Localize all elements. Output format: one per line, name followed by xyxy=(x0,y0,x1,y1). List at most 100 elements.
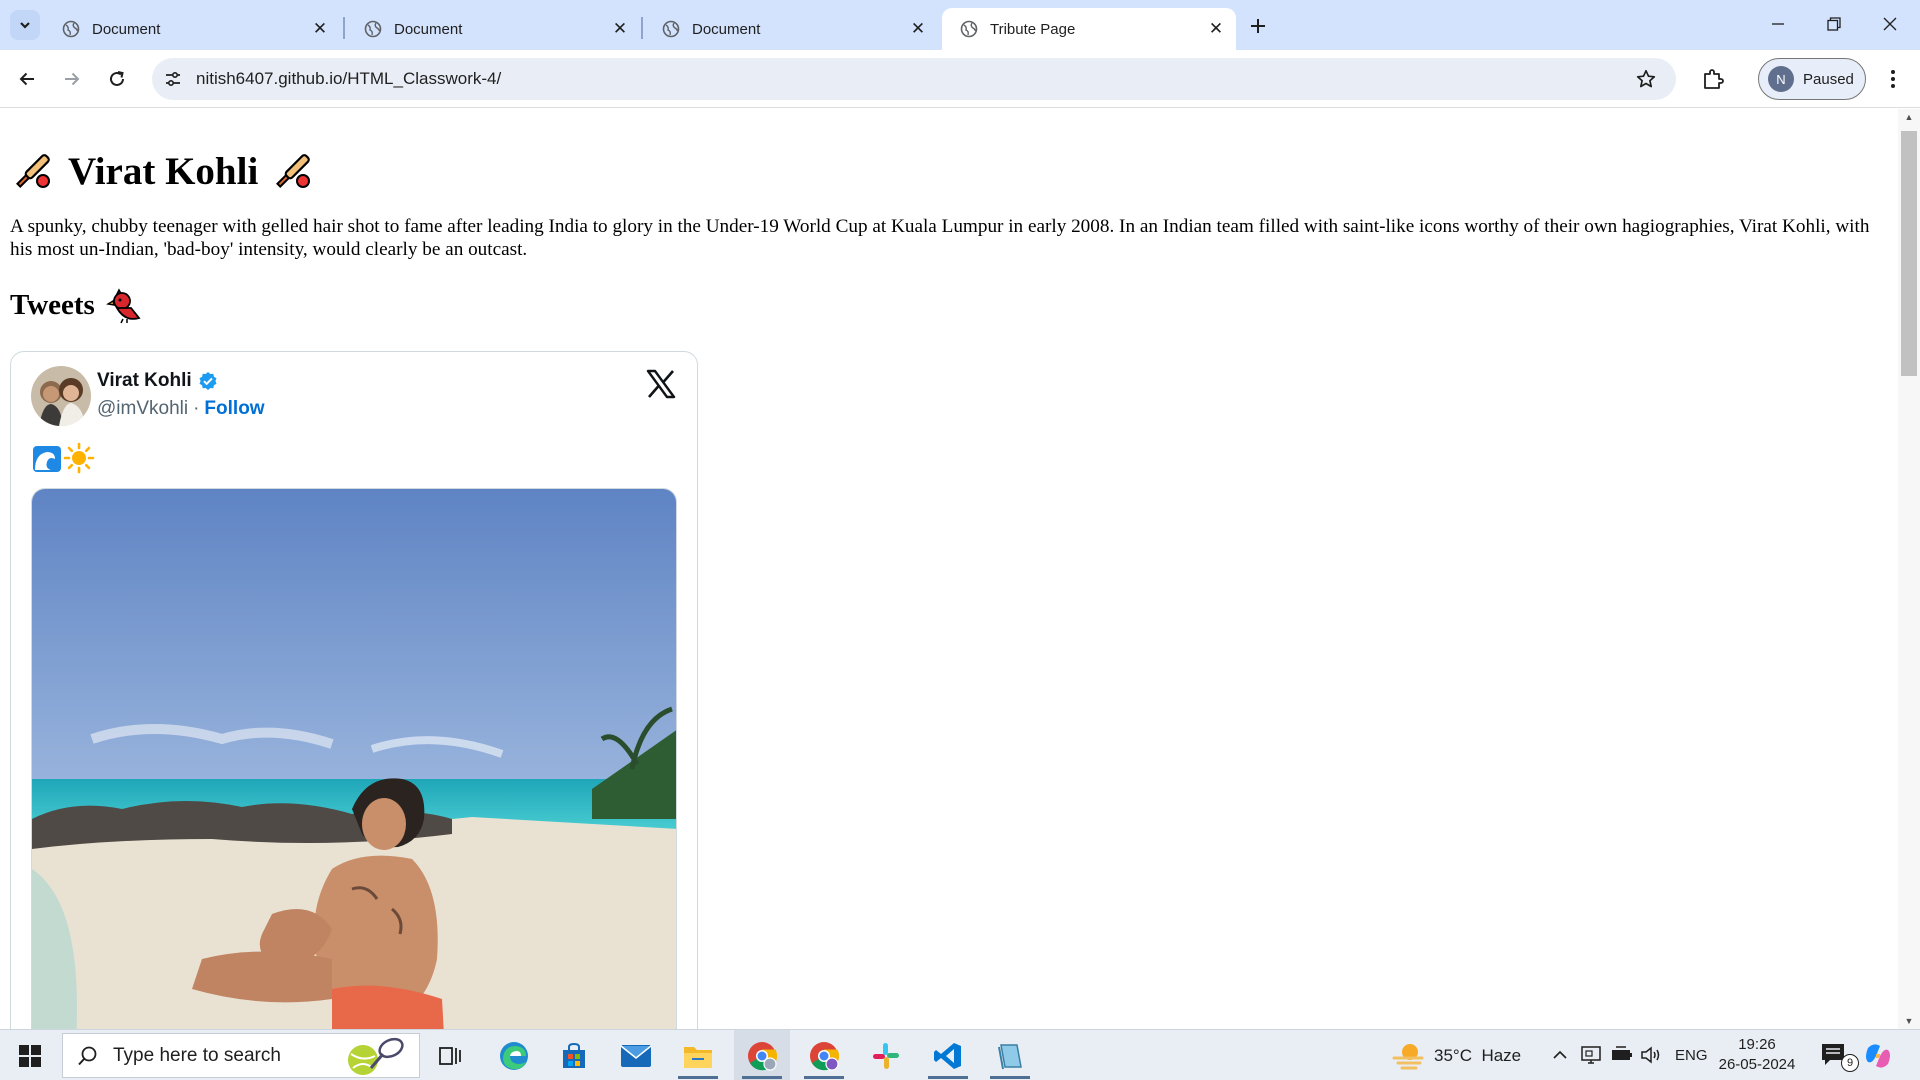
new-tab-button[interactable] xyxy=(1244,12,1272,40)
task-view-icon xyxy=(439,1046,461,1065)
close-tab-icon[interactable]: ✕ xyxy=(608,17,632,41)
tab-title: Document xyxy=(92,20,161,38)
verified-badge-icon xyxy=(199,372,217,390)
tweet-author-name-text: Virat Kohli xyxy=(97,370,192,391)
tab-title: Document xyxy=(692,20,761,38)
weather-widget[interactable]: 35°C Haze xyxy=(1434,1030,1521,1080)
chrome-icon xyxy=(748,1041,778,1071)
weather-temp: 35°C xyxy=(1434,1045,1472,1065)
cricket-bat-icon xyxy=(276,154,311,188)
tab-search-button[interactable] xyxy=(10,10,40,40)
browser-toolbar: nitish6407.github.io/HTML_Classwork-4/ N… xyxy=(0,50,1920,108)
tab-tribute-page[interactable]: Tribute Page ✕ xyxy=(942,8,1236,50)
page-viewport: Virat Kohli A spunky, chubby teenager wi… xyxy=(0,109,1898,1029)
tweet-author-avatar[interactable] xyxy=(31,366,91,426)
profile-status: Paused xyxy=(1803,70,1854,88)
tweet-handle-row: @imVkohli · Follow xyxy=(97,398,265,420)
plus-icon xyxy=(1251,19,1265,33)
edge-icon xyxy=(500,1041,528,1070)
globe-icon xyxy=(960,20,978,38)
page-title-text: Virat Kohli xyxy=(68,149,259,193)
weather-haze-icon xyxy=(1392,1044,1424,1070)
address-bar[interactable]: nitish6407.github.io/HTML_Classwork-4/ xyxy=(152,58,1676,100)
minimize-icon xyxy=(1772,23,1784,25)
forward-button[interactable] xyxy=(55,62,89,96)
back-button[interactable] xyxy=(10,62,44,96)
tab-divider xyxy=(343,17,345,39)
taskbar-search-box[interactable]: Type here to search xyxy=(62,1033,420,1078)
copilot-icon[interactable] xyxy=(1862,1040,1894,1072)
profile-button[interactable]: N Paused xyxy=(1758,58,1866,100)
taskbar-app-notes[interactable] xyxy=(982,1030,1038,1080)
embedded-tweet[interactable]: Virat Kohli @imVkohli · Follow xyxy=(10,351,698,1029)
tweet-author-name[interactable]: Virat Kohli xyxy=(97,370,218,392)
taskbar-chrome-1[interactable] xyxy=(734,1030,790,1080)
page-scrollbar[interactable]: ▲ ▼ xyxy=(1898,109,1920,1029)
cricket-bat-icon xyxy=(16,154,50,188)
tab-divider xyxy=(641,17,643,39)
tab-title: Tribute Page xyxy=(990,20,1076,38)
task-view-button[interactable] xyxy=(422,1030,478,1080)
globe-icon xyxy=(62,20,80,38)
bookmark-star-icon[interactable] xyxy=(1636,69,1656,89)
minimize-button[interactable] xyxy=(1750,0,1806,48)
taskbar-chrome-2[interactable] xyxy=(796,1030,852,1080)
avatar-photo xyxy=(31,366,91,426)
network-icon[interactable] xyxy=(1580,1044,1602,1066)
close-tab-icon[interactable]: ✕ xyxy=(1204,17,1228,41)
separator-dot: · xyxy=(193,398,200,419)
weather-condition: Haze xyxy=(1481,1045,1522,1065)
scrollbar-thumb[interactable] xyxy=(1901,131,1917,376)
tab-document-3[interactable]: Document ✕ xyxy=(644,8,938,50)
page-title: Virat Kohli xyxy=(10,143,316,199)
url-text: nitish6407.github.io/HTML_Classwork-4/ xyxy=(196,69,502,88)
tweets-heading: Tweets xyxy=(10,285,143,325)
scroll-up-arrow[interactable]: ▲ xyxy=(1898,109,1920,125)
menu-button[interactable] xyxy=(1876,62,1910,96)
close-tab-icon[interactable]: ✕ xyxy=(308,17,332,41)
tab-document-1[interactable]: Document ✕ xyxy=(44,8,340,50)
tweets-heading-text: Tweets xyxy=(10,288,95,321)
site-info-icon[interactable] xyxy=(164,70,182,88)
clock[interactable]: 19:26 26-05-2024 xyxy=(1700,1035,1814,1075)
close-tab-icon[interactable]: ✕ xyxy=(906,17,930,41)
sun-icon xyxy=(63,442,95,474)
tweet-body xyxy=(31,442,95,474)
extensions-button[interactable] xyxy=(1696,62,1730,96)
folder-icon xyxy=(684,1046,712,1068)
notes-app-icon xyxy=(998,1043,1022,1069)
taskbar-vscode[interactable] xyxy=(920,1030,976,1080)
search-placeholder: Type here to search xyxy=(113,1044,281,1066)
battery-icon[interactable] xyxy=(1610,1046,1634,1064)
restore-icon xyxy=(1827,17,1841,31)
bio-paragraph: A spunky, chubby teenager with gelled ha… xyxy=(10,216,1870,260)
slack-icon xyxy=(873,1042,899,1069)
tweet-photo[interactable] xyxy=(31,488,677,1029)
arrow-right-icon xyxy=(65,72,80,86)
taskbar-file-explorer[interactable] xyxy=(670,1030,726,1080)
globe-icon xyxy=(662,20,680,38)
chevron-down-icon xyxy=(20,22,30,29)
tab-strip: Document ✕ Document ✕ Document ✕ Tribute… xyxy=(0,0,1920,50)
reload-button[interactable] xyxy=(100,62,134,96)
volume-icon[interactable] xyxy=(1640,1045,1662,1065)
globe-icon xyxy=(364,20,382,38)
clock-date: 26-05-2024 xyxy=(1718,1056,1796,1073)
taskbar-mail[interactable] xyxy=(608,1030,664,1080)
taskbar-store[interactable] xyxy=(546,1030,602,1080)
tab-document-2[interactable]: Document ✕ xyxy=(346,8,640,50)
reload-icon xyxy=(110,71,124,86)
chevron-up-icon[interactable] xyxy=(1552,1048,1568,1062)
x-logo-icon[interactable] xyxy=(645,368,677,400)
scroll-down-arrow[interactable]: ▼ xyxy=(1898,1013,1920,1029)
close-icon xyxy=(1883,17,1897,31)
close-window-button[interactable] xyxy=(1862,0,1918,48)
taskbar-slack[interactable] xyxy=(858,1030,914,1080)
start-button[interactable] xyxy=(0,1030,60,1080)
restore-button[interactable] xyxy=(1806,0,1862,48)
follow-link[interactable]: Follow xyxy=(204,398,264,419)
vscode-icon xyxy=(934,1042,961,1069)
taskbar-edge[interactable] xyxy=(486,1030,542,1080)
tweet-author-handle[interactable]: @imVkohli xyxy=(97,398,188,419)
avatar: N xyxy=(1768,66,1794,92)
